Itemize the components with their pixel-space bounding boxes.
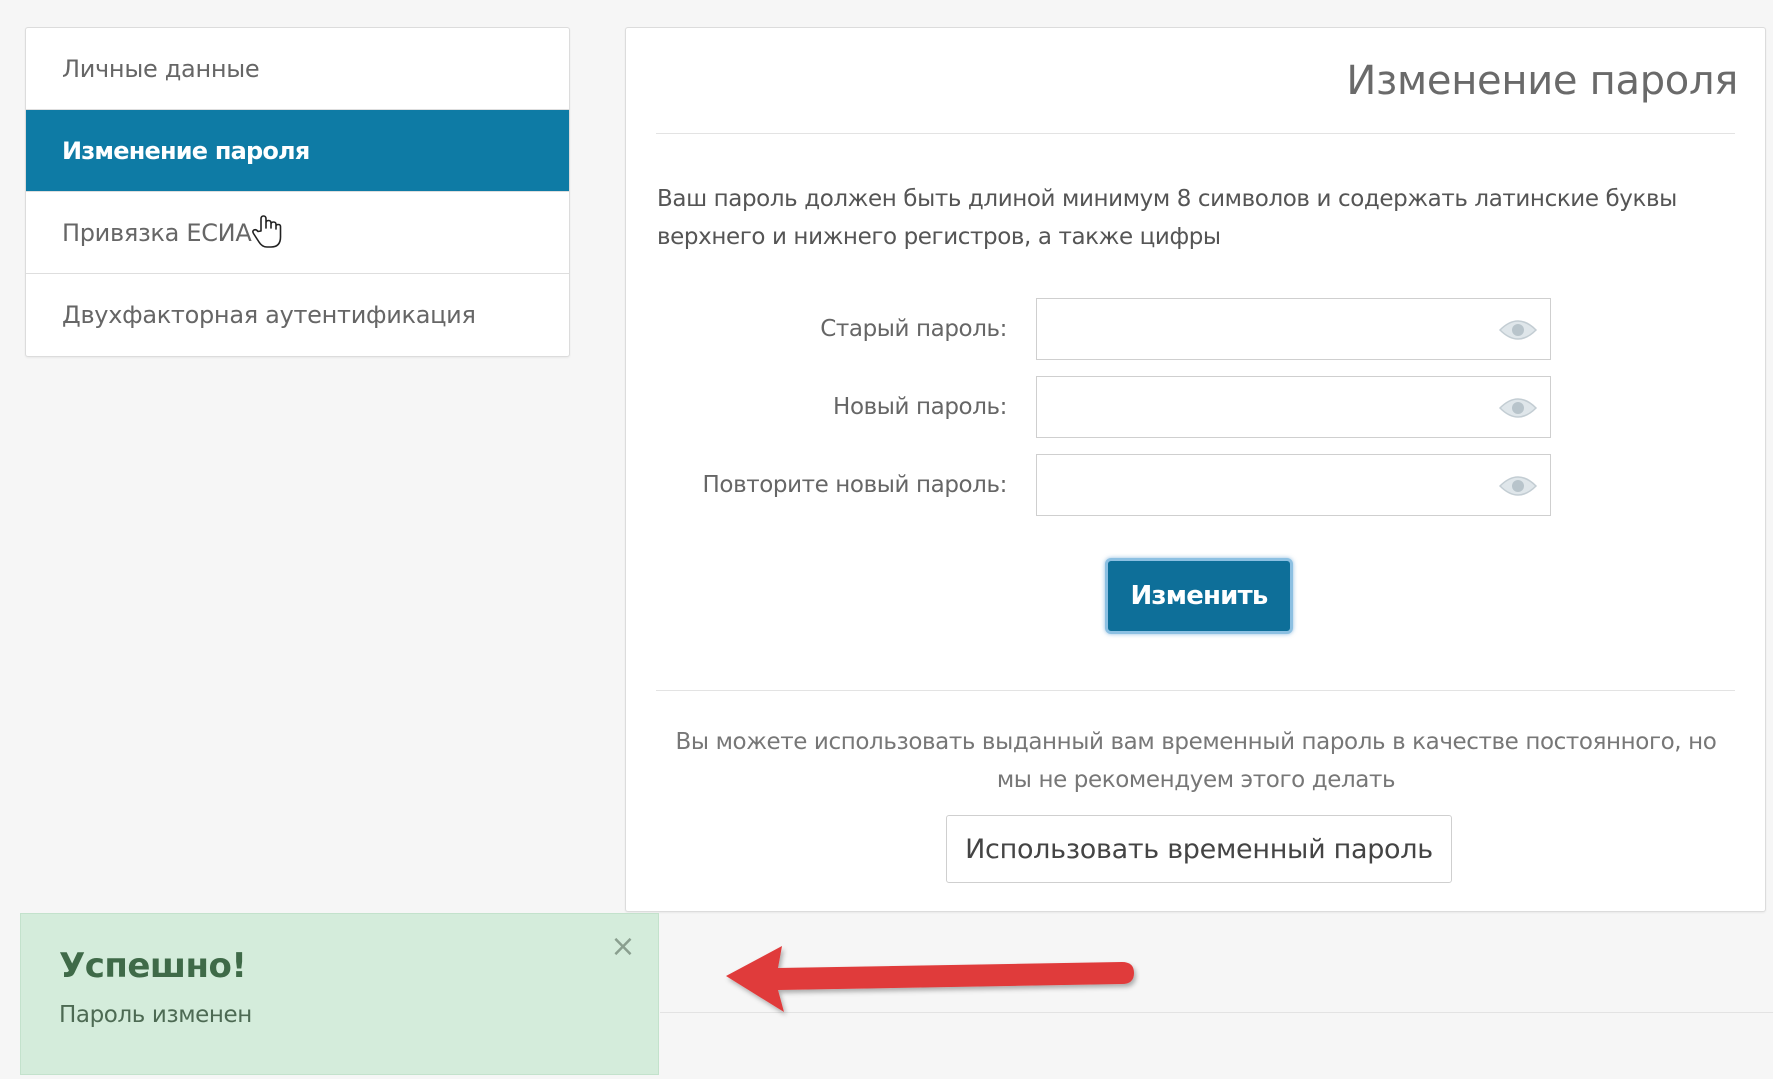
old-password-label: Старый пароль:	[820, 316, 1007, 342]
old-password-row: Старый пароль:	[626, 298, 1767, 360]
eye-icon[interactable]	[1498, 472, 1538, 500]
sidebar-item-esia-link[interactable]: Привязка ЕСИА	[26, 192, 569, 274]
change-password-button[interactable]: Изменить	[1105, 558, 1293, 634]
change-password-panel: Изменение пароля Ваш пароль должен быть …	[625, 27, 1766, 912]
sidebar-item-label: Личные данные	[62, 54, 260, 83]
old-password-field-wrapper	[1036, 298, 1551, 360]
repeat-password-input[interactable]	[1049, 455, 1493, 515]
new-password-input[interactable]	[1049, 377, 1493, 437]
repeat-password-label: Повторите новый пароль:	[702, 472, 1008, 498]
repeat-password-field-wrapper	[1036, 454, 1551, 516]
sidebar-item-label: Изменение пароля	[62, 136, 310, 165]
temporary-password-note: Вы можете использовать выданный вам врем…	[675, 729, 1717, 793]
red-arrow-icon	[726, 946, 1134, 1012]
old-password-input[interactable]	[1049, 299, 1493, 359]
use-temporary-password-button[interactable]: Использовать временный пароль	[946, 815, 1452, 883]
sidebar-item-personal-data[interactable]: Личные данные	[26, 28, 569, 110]
success-toast: Успешно! Пароль изменен ×	[20, 913, 659, 1075]
divider	[656, 690, 1735, 691]
eye-icon[interactable]	[1498, 394, 1538, 422]
profile-sidebar: Личные данные Изменение пароля Привязка …	[25, 27, 570, 357]
toast-title: Успешно!	[59, 946, 247, 986]
close-icon[interactable]: ×	[608, 932, 638, 962]
eye-icon[interactable]	[1498, 316, 1538, 344]
repeat-password-row: Повторите новый пароль:	[626, 454, 1767, 516]
new-password-field-wrapper	[1036, 376, 1551, 438]
sidebar-item-two-factor-auth[interactable]: Двухфакторная аутентификация	[26, 274, 569, 356]
new-password-label: Новый пароль:	[833, 394, 1007, 420]
new-password-row: Новый пароль:	[626, 376, 1767, 438]
sidebar-item-label: Двухфакторная аутентификация	[62, 301, 476, 329]
page-title: Изменение пароля	[1346, 58, 1738, 104]
sidebar-item-change-password[interactable]: Изменение пароля	[26, 110, 569, 192]
password-requirements-text: Ваш пароль должен быть длиной минимум 8 …	[657, 186, 1677, 250]
hand-pointer-icon	[252, 215, 282, 248]
sidebar-item-label: Привязка ЕСИА	[62, 218, 252, 247]
toast-message: Пароль изменен	[59, 1002, 252, 1028]
divider	[656, 133, 1735, 134]
